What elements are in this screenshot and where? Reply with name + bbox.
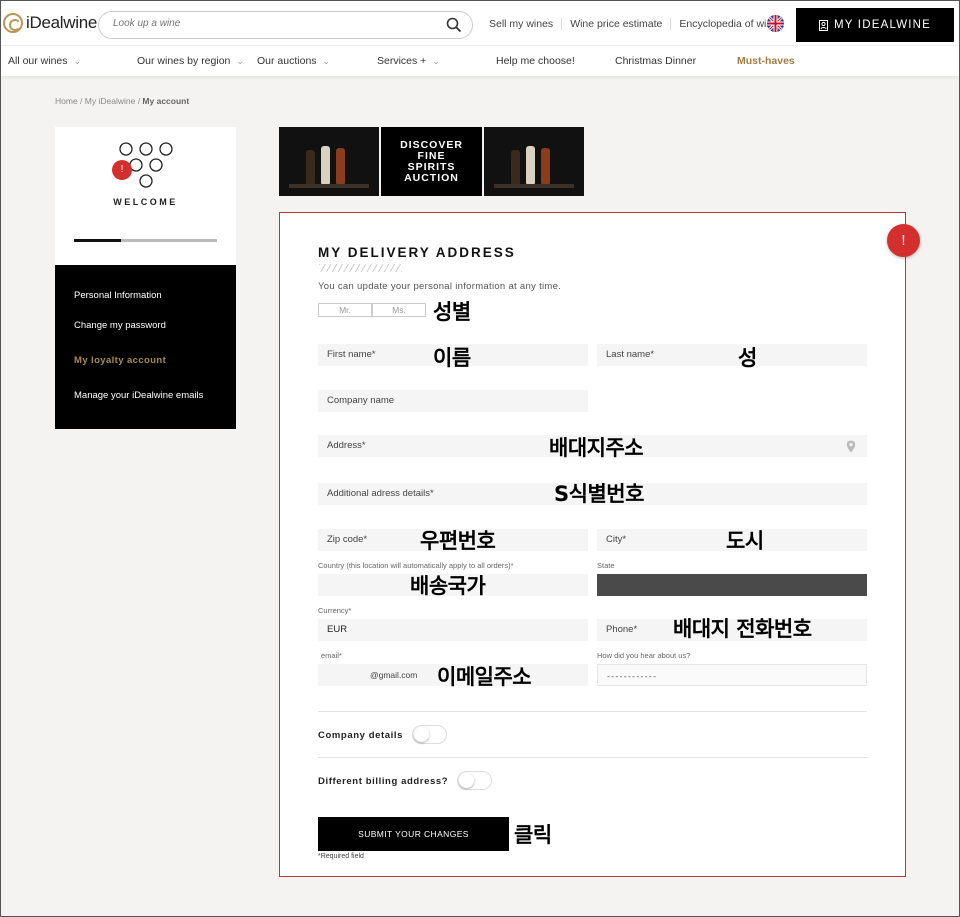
- divider: [318, 757, 867, 758]
- banner-line: FINE: [417, 149, 446, 162]
- chevron-down-icon: ⌄: [236, 56, 244, 66]
- banner-line: SPIRITS: [407, 160, 456, 173]
- nav-services[interactable]: Services + ⌄: [377, 55, 440, 67]
- form-title: MY DELIVERY ADDRESS: [318, 245, 516, 260]
- nav-help-me-choose[interactable]: Help me choose!: [496, 55, 575, 67]
- nav-christmas-dinner[interactable]: Christmas Dinner: [615, 55, 696, 67]
- gender-ms-option[interactable]: Ms.: [372, 303, 426, 317]
- gender-selector: Mr. Ms.: [318, 303, 426, 317]
- annotation-gender: 성별: [433, 300, 471, 324]
- nav-wines-by-region[interactable]: Our wines by region ⌄: [137, 55, 244, 67]
- nav-must-haves[interactable]: Must-haves: [737, 55, 795, 67]
- breadcrumb-current: My account: [142, 96, 190, 106]
- location-pin-icon: [846, 440, 856, 453]
- price-estimate-link[interactable]: Wine price estimate: [562, 18, 672, 30]
- banner-line: DISCOVER: [400, 138, 463, 151]
- spirits-auction-banner[interactable]: DISCOVER FINE SPIRITS AUCTION: [279, 127, 584, 196]
- sidebar-item-manage-emails[interactable]: Manage your iDealwine emails: [74, 390, 203, 401]
- sidebar-item-loyalty-account[interactable]: My loyalty account: [74, 355, 166, 366]
- welcome-box: WELCOME: [55, 127, 236, 265]
- annotation-address: 배대지주소: [549, 436, 644, 460]
- logo[interactable]: iDealwine: [3, 13, 97, 33]
- annotation-address-details: S식별번호: [554, 482, 644, 506]
- search-input[interactable]: [113, 18, 433, 29]
- nav-auctions[interactable]: Our auctions ⌄: [257, 55, 330, 67]
- profile-progress-fill: [74, 239, 122, 242]
- account-icon: [818, 19, 828, 31]
- gender-mr-option[interactable]: Mr.: [318, 303, 372, 317]
- company-details-label: Company details: [318, 730, 404, 741]
- bottles-image-left: [279, 127, 380, 196]
- top-links: Sell my wines Wine price estimate Encycl…: [481, 18, 786, 30]
- country-label: Country (this location will automaticall…: [318, 561, 514, 570]
- account-sidebar: WELCOME Personal Information Change my p…: [55, 127, 236, 429]
- hear-about-label: How did you hear about us?: [597, 651, 691, 660]
- breadcrumb-my-idealwine[interactable]: My iDealwine: [85, 96, 136, 106]
- billing-address-toggle[interactable]: [457, 771, 492, 790]
- banner-text: DISCOVER FINE SPIRITS AUCTION: [381, 127, 482, 196]
- annotation-country: 배송국가: [410, 574, 486, 598]
- divider: [318, 711, 867, 712]
- currency-select[interactable]: EUR: [318, 619, 588, 641]
- submit-button[interactable]: SUBMIT YOUR CHANGES: [318, 817, 509, 851]
- annotation-email: 이메일주소: [437, 665, 532, 689]
- sell-link[interactable]: Sell my wines: [481, 18, 563, 30]
- annotation-first-name: 이름: [433, 346, 471, 370]
- breadcrumb: Home / My iDealwine / My account: [55, 96, 190, 106]
- annotation-phone: 배대지 전화번호: [673, 617, 812, 641]
- nav-label: Our wines by region: [137, 55, 231, 67]
- billing-address-label: Different billing address?: [318, 776, 449, 787]
- profile-progress-bar: [74, 239, 217, 242]
- my-idealwine-label: MY IDEALWINE: [833, 19, 932, 31]
- chevron-down-icon: ⌄: [73, 56, 82, 66]
- logo-icon: [3, 13, 23, 33]
- required-note: *Required field: [318, 853, 364, 860]
- incomplete-badge: !: [112, 160, 132, 180]
- last-name-field[interactable]: Last name*: [597, 344, 867, 366]
- nav-label: All our wines: [8, 55, 68, 67]
- annotation-click: 클릭: [514, 823, 552, 847]
- annotation-zip: 우편번호: [420, 529, 496, 553]
- main-nav: All our wines ⌄ Our wines by region ⌄ Our …: [1, 45, 959, 76]
- my-idealwine-button[interactable]: MY IDEALWINE: [796, 8, 954, 42]
- sidebar-item-personal-information[interactable]: Personal Information: [74, 290, 162, 301]
- nav-label: Our auctions: [257, 55, 317, 67]
- company-name-field[interactable]: Company name: [318, 390, 588, 412]
- chevron-down-icon: ⌄: [432, 56, 440, 66]
- logo-text: iDealwine: [26, 13, 98, 32]
- sidebar-item-change-password[interactable]: Change my password: [74, 320, 166, 331]
- alert-icon: !: [887, 224, 920, 257]
- state-select[interactable]: [597, 574, 867, 596]
- annotation-city: 도시: [726, 529, 764, 553]
- form-subtitle: You can update your personal information…: [318, 281, 562, 292]
- bottles-image-right: [483, 127, 584, 196]
- welcome-label: WELCOME: [113, 197, 178, 207]
- nav-all-wines[interactable]: All our wines ⌄: [8, 55, 81, 67]
- search-box[interactable]: [98, 11, 473, 39]
- banner-line: AUCTION: [404, 171, 459, 184]
- uk-flag-icon[interactable]: [767, 15, 784, 32]
- hear-about-select[interactable]: - - - - - - - - - - - -: [597, 664, 867, 686]
- nav-label: Services +: [377, 55, 427, 67]
- currency-label: Currency*: [318, 606, 352, 615]
- breadcrumb-home[interactable]: Home: [55, 96, 78, 106]
- title-decoration: [319, 264, 402, 272]
- company-details-toggle[interactable]: [412, 725, 447, 744]
- top-bar: iDealwine Sell my wines Wine price estim…: [1, 1, 959, 45]
- chevron-down-icon: ⌄: [322, 56, 331, 66]
- annotation-last-name: 성: [738, 346, 757, 370]
- search-icon[interactable]: [446, 17, 462, 33]
- state-label: State: [597, 561, 615, 570]
- side-menu: Personal Information Change my password …: [55, 265, 236, 429]
- email-label: email*: [321, 651, 342, 660]
